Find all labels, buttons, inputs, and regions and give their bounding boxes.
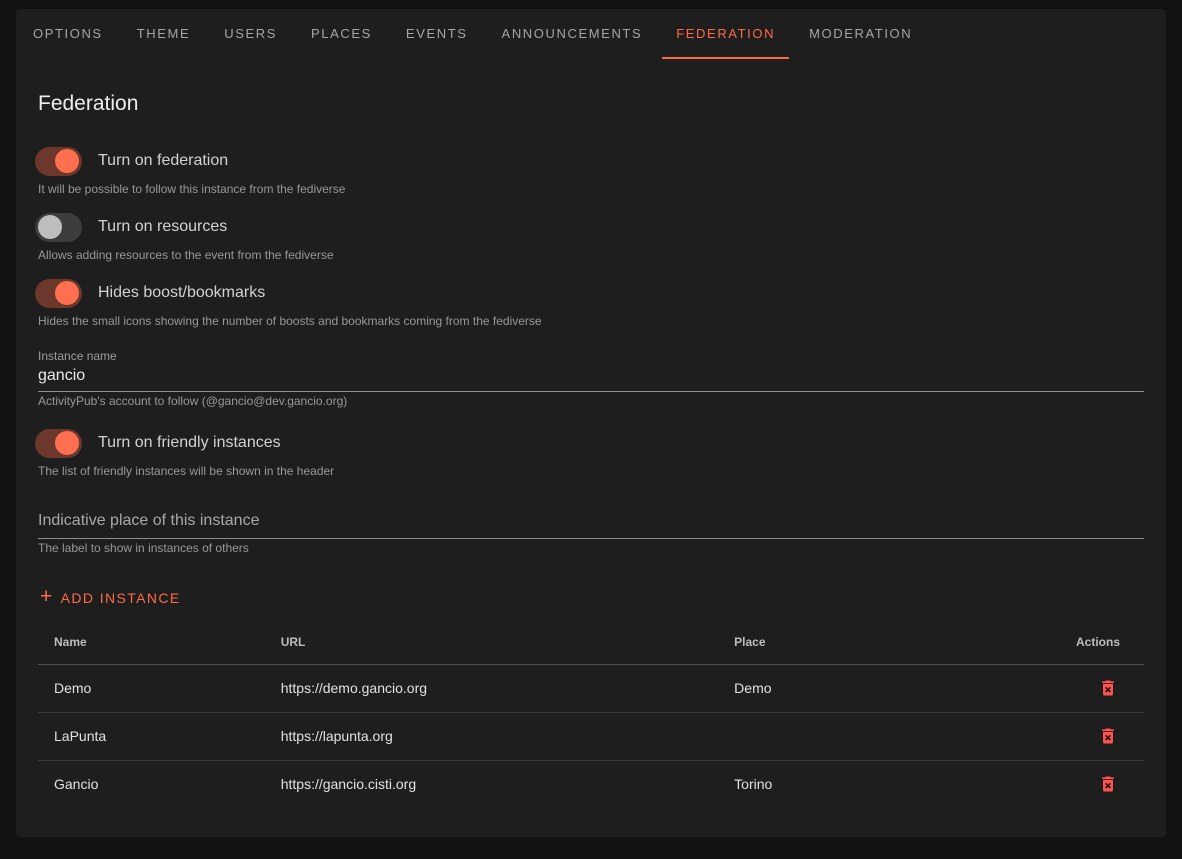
instance-name-field: Instance name ActivityPub's account to f…	[38, 348, 1144, 410]
admin-settings-card: OPTIONS THEME USERS PLACES EVENTS ANNOUN…	[16, 9, 1166, 837]
instance-place-hint: The label to show in instances of others	[38, 541, 249, 555]
cell-instance-name: Demo	[38, 664, 265, 712]
delete-instance-button[interactable]	[1096, 772, 1120, 796]
trash-x-icon	[1098, 726, 1118, 746]
tab-theme[interactable]: THEME	[123, 9, 205, 59]
resources-toggle-hint: Allows adding resources to the event fro…	[38, 248, 1144, 262]
toggle-thumb	[55, 281, 79, 305]
federation-toggle[interactable]	[35, 147, 82, 176]
setting-turn-on-federation: Turn on federation It will be possible t…	[38, 146, 1144, 196]
resources-toggle[interactable]	[35, 213, 82, 242]
trash-x-icon	[1098, 678, 1118, 698]
instance-name-hint: ActivityPub's account to follow (@gancio…	[38, 394, 347, 408]
setting-hides-boost-bookmarks: Hides boost/bookmarks Hides the small ic…	[38, 278, 1144, 328]
plus-icon: +	[40, 586, 54, 607]
toggle-thumb	[38, 215, 62, 239]
cell-instance-place: Torino	[718, 760, 1034, 808]
tab-announcements[interactable]: ANNOUNCEMENTS	[488, 9, 657, 59]
tab-events[interactable]: EVENTS	[392, 9, 482, 59]
friendly-instances-toggle-hint: The list of friendly instances will be s…	[38, 464, 1144, 478]
toggle-thumb	[55, 431, 79, 455]
setting-turn-on-resources: Turn on resources Allows adding resource…	[38, 212, 1144, 262]
cell-instance-name: LaPunta	[38, 712, 265, 760]
resources-toggle-label[interactable]: Turn on resources	[98, 218, 227, 236]
friendly-instances-toggle-label[interactable]: Turn on friendly instances	[98, 434, 281, 452]
instance-name-input[interactable]	[38, 364, 1144, 392]
trash-x-icon	[1098, 774, 1118, 794]
toggle-thumb	[55, 149, 79, 173]
federation-toggle-label[interactable]: Turn on federation	[98, 152, 228, 170]
table-row: Demo https://demo.gancio.org Demo	[38, 664, 1144, 712]
column-header-actions: Actions	[1034, 620, 1144, 664]
federation-toggle-hint: It will be possible to follow this insta…	[38, 182, 1144, 196]
federation-settings-panel: Federation Turn on federation It will be…	[16, 92, 1166, 808]
cell-instance-place	[718, 712, 1034, 760]
hide-boost-toggle-label[interactable]: Hides boost/bookmarks	[98, 284, 265, 302]
hide-boost-toggle-hint: Hides the small icons showing the number…	[38, 314, 1144, 328]
delete-instance-button[interactable]	[1096, 724, 1120, 748]
cell-instance-place: Demo	[718, 664, 1034, 712]
page-title: Federation	[38, 92, 1144, 116]
add-instance-label: ADD INSTANCE	[61, 590, 181, 606]
tab-federation[interactable]: FEDERATION	[662, 9, 789, 59]
column-header-url: URL	[265, 620, 718, 664]
table-row: LaPunta https://lapunta.org	[38, 712, 1144, 760]
setting-friendly-instances: Turn on friendly instances The list of f…	[38, 428, 1144, 478]
table-row: Gancio https://gancio.cisti.org Torino	[38, 760, 1144, 808]
column-header-place: Place	[718, 620, 1034, 664]
cell-instance-name: Gancio	[38, 760, 265, 808]
hide-boost-toggle[interactable]	[35, 279, 82, 308]
cell-instance-url: https://gancio.cisti.org	[265, 760, 718, 808]
instance-place-field: The label to show in instances of others	[38, 512, 1144, 557]
add-instance-button[interactable]: + ADD INSTANCE	[38, 583, 187, 612]
table-header-row: Name URL Place Actions	[38, 620, 1144, 664]
instance-place-input[interactable]	[38, 512, 1144, 539]
cell-instance-url: https://demo.gancio.org	[265, 664, 718, 712]
friendly-instances-table: Name URL Place Actions Demo https://demo…	[38, 620, 1144, 808]
admin-tab-bar: OPTIONS THEME USERS PLACES EVENTS ANNOUN…	[16, 9, 1166, 59]
instance-name-label: Instance name	[38, 348, 1144, 364]
column-header-name: Name	[38, 620, 265, 664]
tab-users[interactable]: USERS	[210, 9, 291, 59]
tab-options[interactable]: OPTIONS	[19, 9, 117, 59]
friendly-instances-toggle[interactable]	[35, 429, 82, 458]
tab-moderation[interactable]: MODERATION	[795, 9, 926, 59]
tab-places[interactable]: PLACES	[297, 9, 386, 59]
cell-instance-url: https://lapunta.org	[265, 712, 718, 760]
delete-instance-button[interactable]	[1096, 676, 1120, 700]
